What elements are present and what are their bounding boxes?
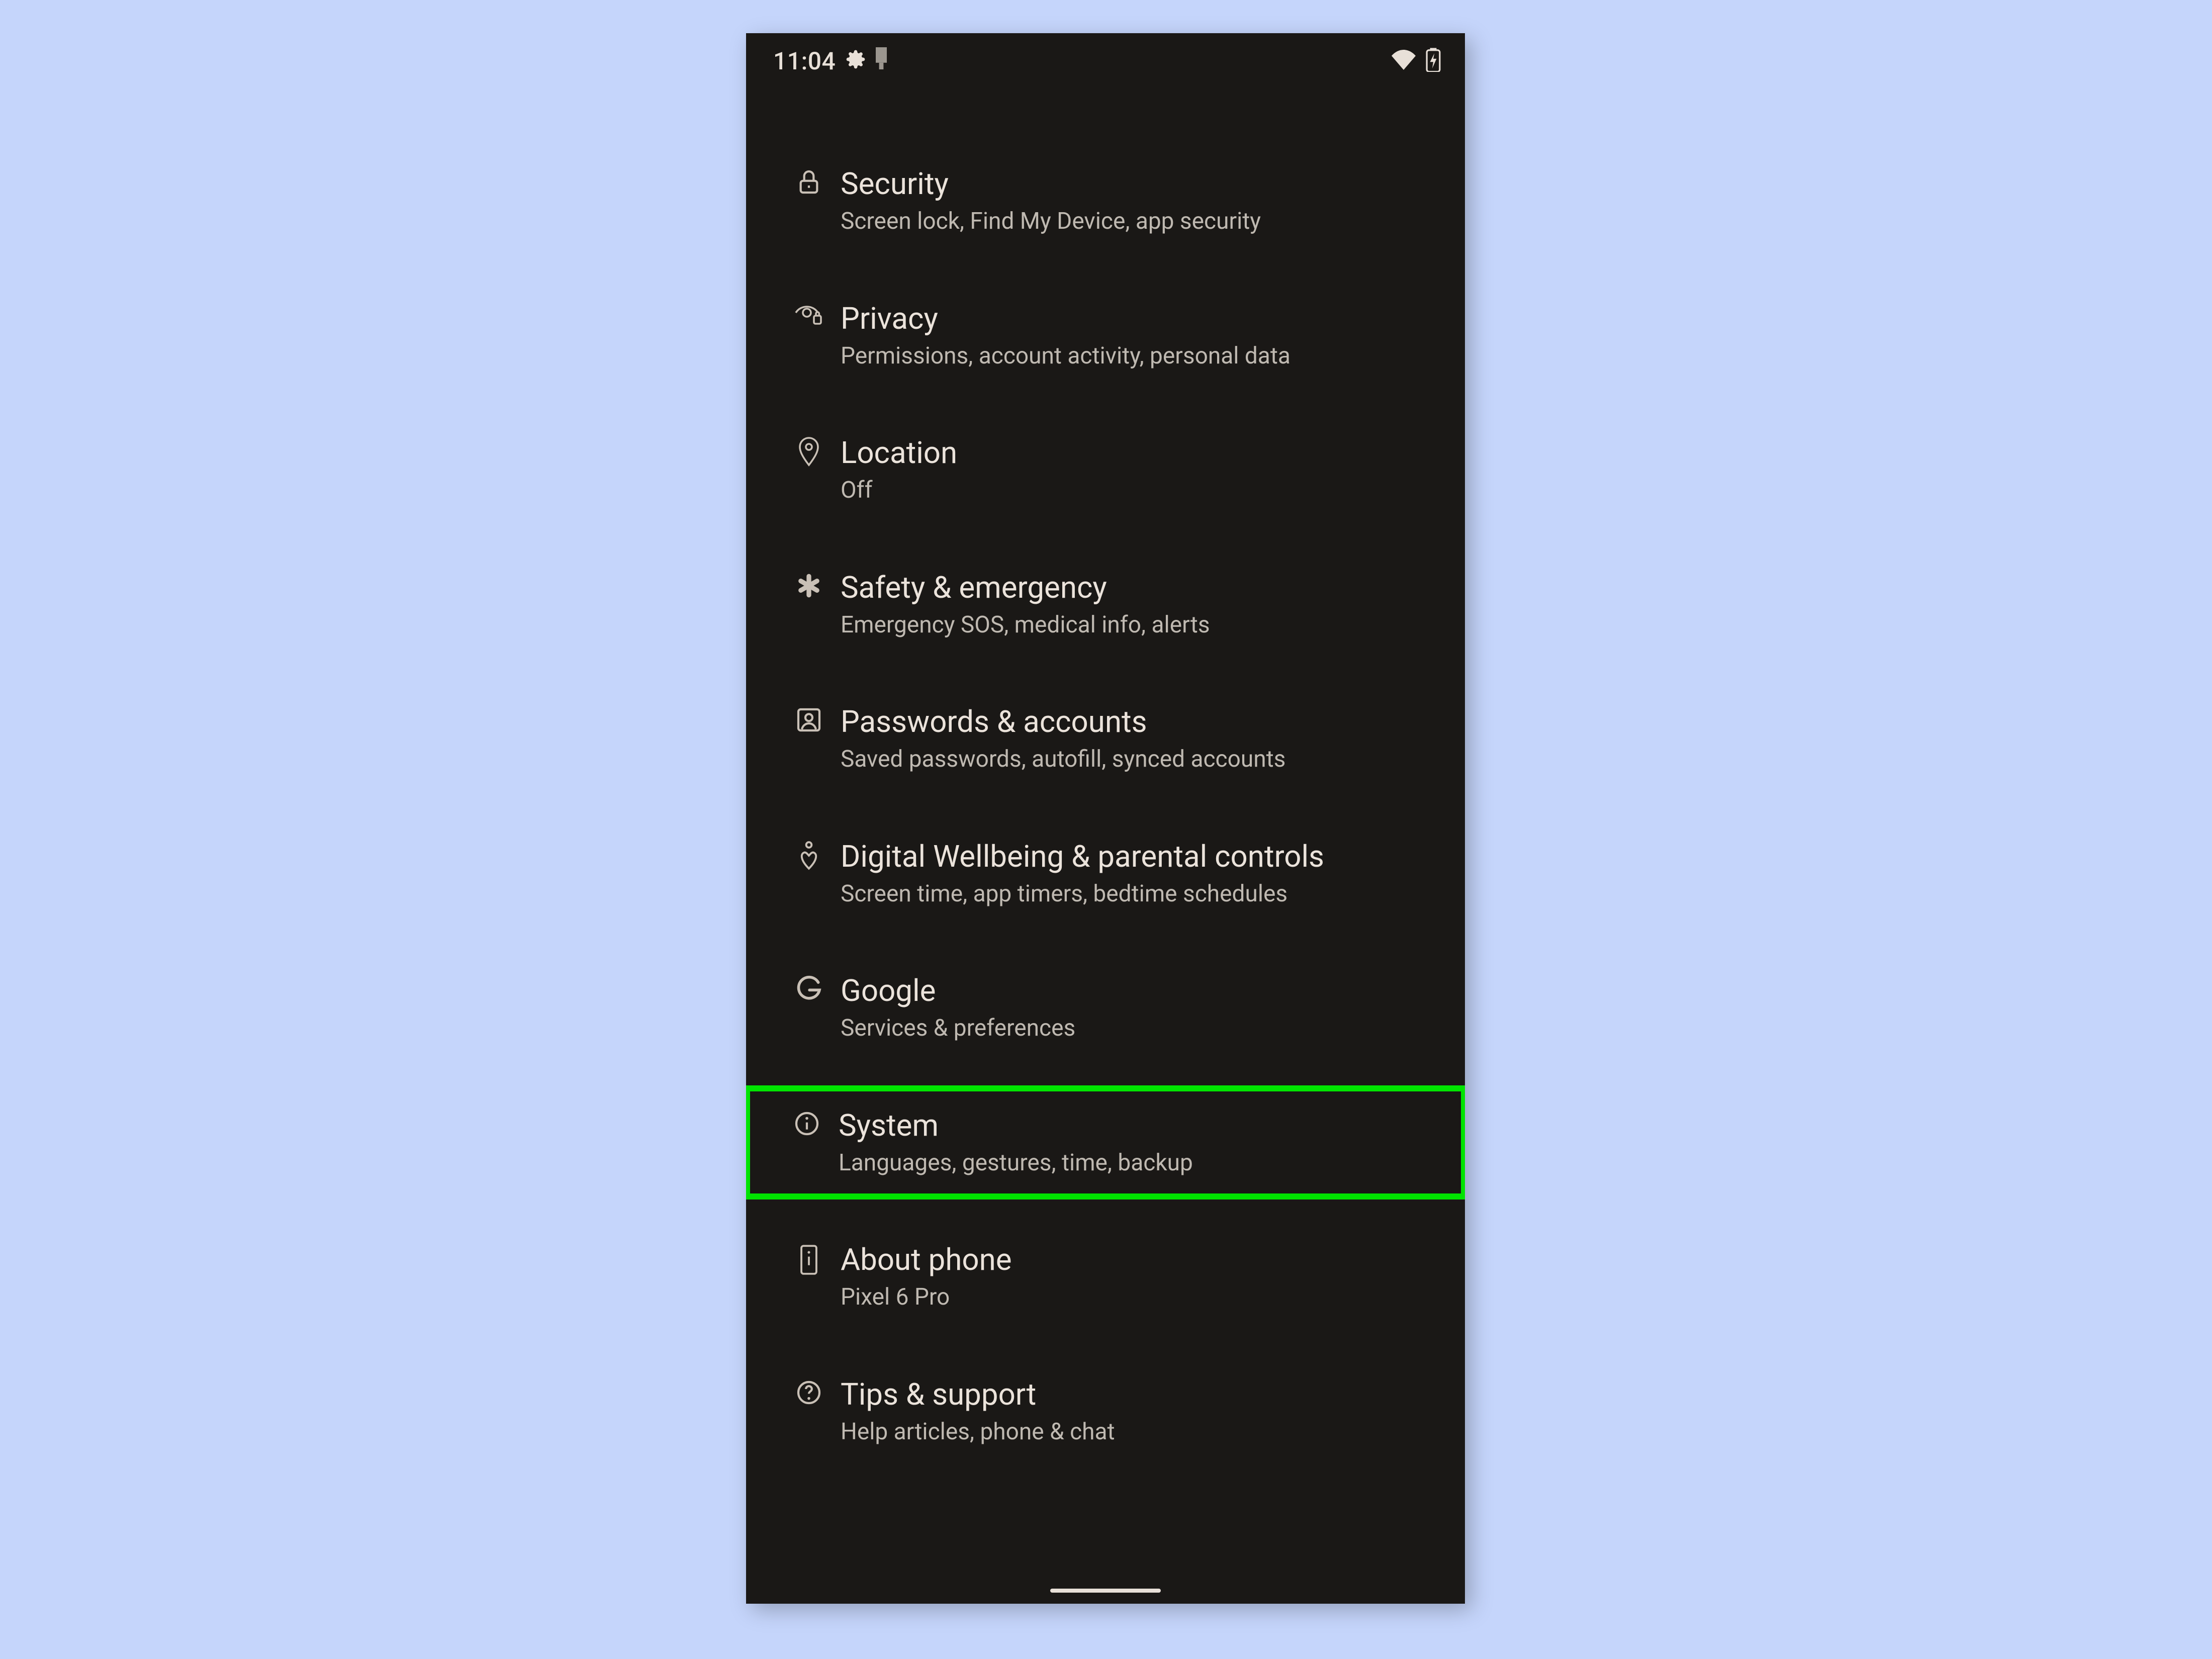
battery-charging-icon bbox=[1426, 48, 1441, 74]
settings-item-location[interactable]: Location Off bbox=[746, 413, 1465, 527]
settings-item-subtitle: Permissions, account activity, personal … bbox=[841, 342, 1429, 371]
settings-item-title: Google bbox=[841, 973, 1429, 1009]
phone-info-icon bbox=[777, 1242, 841, 1276]
settings-list: Security Screen lock, Find My Device, ap… bbox=[746, 124, 1465, 1489]
settings-item-wellbeing[interactable]: Digital Wellbeing & parental controls Sc… bbox=[746, 816, 1465, 931]
google-g-icon bbox=[777, 973, 841, 1003]
settings-item-subtitle: Screen lock, Find My Device, app securit… bbox=[841, 207, 1429, 236]
location-pin-icon bbox=[777, 435, 841, 467]
settings-item-safety[interactable]: Safety & emergency Emergency SOS, medica… bbox=[746, 547, 1465, 662]
settings-item-title: About phone bbox=[841, 1242, 1429, 1278]
status-right bbox=[1392, 48, 1441, 74]
settings-item-title: Digital Wellbeing & parental controls bbox=[841, 839, 1429, 875]
lock-icon bbox=[777, 166, 841, 196]
settings-item-title: Location bbox=[841, 435, 1429, 471]
settings-item-subtitle: Help articles, phone & chat bbox=[841, 1418, 1429, 1447]
status-left: 11:04 bbox=[773, 47, 887, 75]
privacy-eye-icon bbox=[777, 301, 841, 327]
settings-item-title: Privacy bbox=[841, 301, 1429, 337]
settings-item-google[interactable]: Google Services & preferences bbox=[746, 951, 1465, 1065]
settings-item-security[interactable]: Security Screen lock, Find My Device, ap… bbox=[746, 144, 1465, 258]
account-box-icon bbox=[777, 704, 841, 734]
help-circle-icon bbox=[777, 1376, 841, 1407]
settings-item-subtitle: Pixel 6 Pro bbox=[841, 1283, 1429, 1312]
settings-item-about[interactable]: About phone Pixel 6 Pro bbox=[746, 1220, 1465, 1334]
settings-item-title: Tips & support bbox=[841, 1376, 1429, 1413]
phone-frame: 11:04 bbox=[746, 33, 1465, 1604]
settings-item-system[interactable]: System Languages, gestures, time, backup bbox=[746, 1085, 1465, 1200]
settings-item-subtitle: Services & preferences bbox=[841, 1014, 1429, 1043]
settings-item-title: Security bbox=[841, 166, 1429, 202]
settings-item-subtitle: Languages, gestures, time, backup bbox=[839, 1149, 1431, 1178]
asterisk-icon bbox=[777, 570, 841, 600]
status-bar: 11:04 bbox=[746, 33, 1465, 88]
settings-item-title: Passwords & accounts bbox=[841, 704, 1429, 740]
settings-item-subtitle: Screen time, app timers, bedtime schedul… bbox=[841, 880, 1429, 909]
settings-item-title: System bbox=[839, 1108, 1431, 1144]
settings-item-subtitle: Saved passwords, autofill, synced accoun… bbox=[841, 745, 1429, 774]
settings-item-passwords[interactable]: Passwords & accounts Saved passwords, au… bbox=[746, 682, 1465, 796]
settings-item-subtitle: Off bbox=[841, 476, 1429, 505]
info-icon bbox=[775, 1108, 839, 1138]
gear-icon bbox=[846, 47, 866, 75]
settings-item-subtitle: Emergency SOS, medical info, alerts bbox=[841, 611, 1429, 640]
nav-handle[interactable] bbox=[1050, 1589, 1161, 1593]
wifi-icon bbox=[1392, 50, 1416, 72]
status-clock: 11:04 bbox=[773, 47, 836, 75]
settings-item-privacy[interactable]: Privacy Permissions, account activity, p… bbox=[746, 279, 1465, 393]
settings-item-tips[interactable]: Tips & support Help articles, phone & ch… bbox=[746, 1354, 1465, 1469]
notification-icon bbox=[876, 47, 887, 75]
settings-item-title: Safety & emergency bbox=[841, 570, 1429, 606]
wellbeing-heart-icon bbox=[777, 839, 841, 871]
